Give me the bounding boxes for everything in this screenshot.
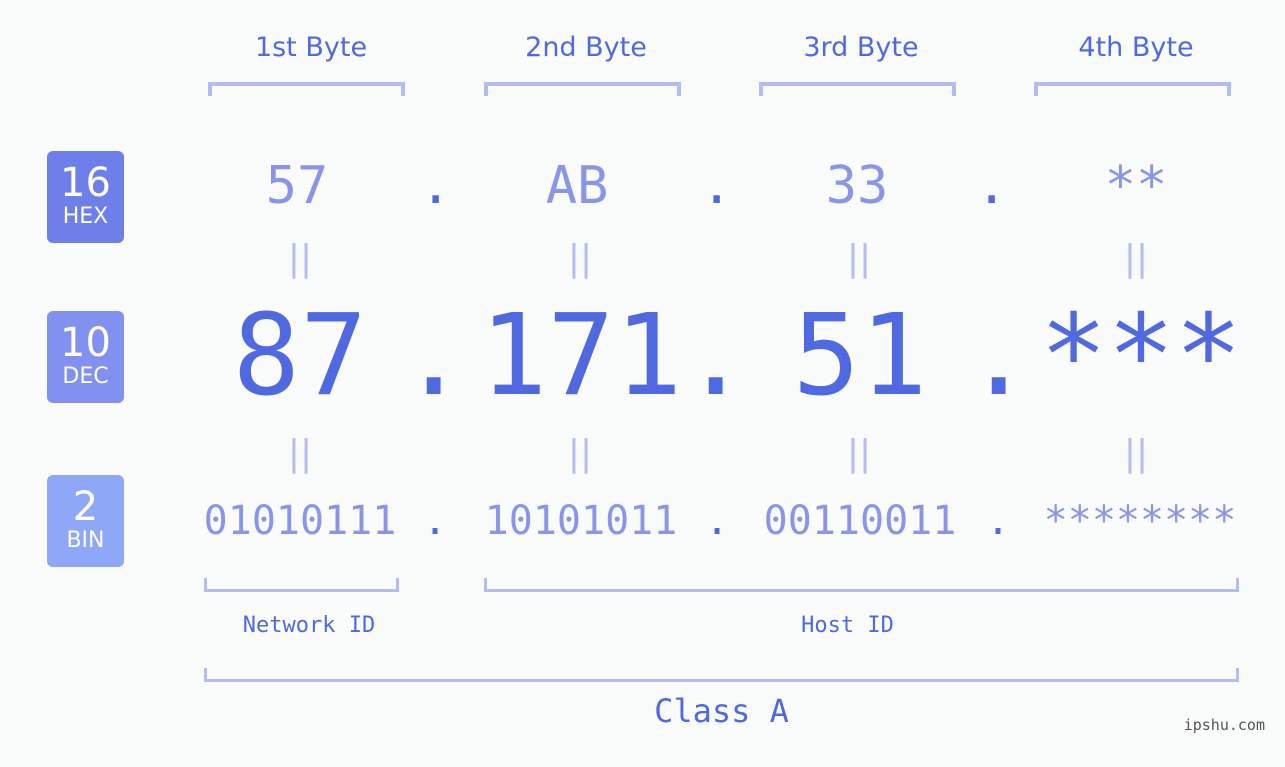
byte-bracket-1 xyxy=(208,82,405,96)
bin-separator: . xyxy=(986,498,1011,544)
dec-octet-3: 51 xyxy=(792,291,928,421)
bin-base-number: 2 xyxy=(72,484,99,530)
equals-sign: || xyxy=(846,433,872,474)
dec-base-label: DEC xyxy=(62,364,109,389)
bin-base-label: BIN xyxy=(66,528,105,553)
dec-octet-2: 171 xyxy=(479,291,683,421)
bin-octet-3: 00110011 xyxy=(763,498,957,544)
equals-sign: || xyxy=(1123,433,1149,474)
hex-base-label: HEX xyxy=(62,204,109,229)
hex-octet-2: AB xyxy=(545,156,609,216)
bin-separator: . xyxy=(423,498,448,544)
hex-octet-3: 33 xyxy=(825,156,889,216)
dec-octet-4: *** xyxy=(1039,291,1243,421)
byte-header-1: 1st Byte xyxy=(254,32,368,63)
byte-bracket-3 xyxy=(759,82,956,96)
bin-octet-2: 10101011 xyxy=(484,498,678,544)
equals-sign: || xyxy=(567,433,593,474)
bin-octet-4: ******** xyxy=(1043,498,1237,544)
hex-octet-1: 57 xyxy=(265,156,329,216)
equals-sign: || xyxy=(287,238,313,279)
host-id-label: Host ID xyxy=(801,613,894,638)
equals-sign: || xyxy=(287,433,313,474)
bin-octet-1: 01010111 xyxy=(203,498,397,544)
byte-header-4: 4th Byte xyxy=(1078,32,1194,63)
bin-badge: 2 BIN xyxy=(47,475,124,567)
equals-sign: || xyxy=(846,238,872,279)
byte-bracket-4 xyxy=(1034,82,1231,96)
host-id-bracket xyxy=(484,578,1239,592)
dec-base-number: 10 xyxy=(60,320,111,366)
bin-separator: . xyxy=(705,498,730,544)
hex-octet-4: ** xyxy=(1104,156,1168,216)
class-label: Class A xyxy=(654,692,789,730)
equals-sign: || xyxy=(567,238,593,279)
hex-base-number: 16 xyxy=(60,160,111,206)
dec-badge: 10 DEC xyxy=(47,311,124,403)
class-bracket xyxy=(204,668,1239,682)
byte-header-3: 3rd Byte xyxy=(803,32,919,63)
hex-separator: . xyxy=(701,156,733,216)
hex-separator: . xyxy=(420,156,452,216)
watermark: ipshu.com xyxy=(1183,716,1265,734)
network-id-bracket xyxy=(204,578,399,592)
dec-octet-1: 87 xyxy=(232,291,368,421)
byte-bracket-2 xyxy=(484,82,681,96)
hex-separator: . xyxy=(976,156,1008,216)
byte-header-2: 2nd Byte xyxy=(525,32,647,63)
hex-badge: 16 HEX xyxy=(47,151,124,243)
equals-sign: || xyxy=(1123,238,1149,279)
network-id-label: Network ID xyxy=(242,613,376,638)
